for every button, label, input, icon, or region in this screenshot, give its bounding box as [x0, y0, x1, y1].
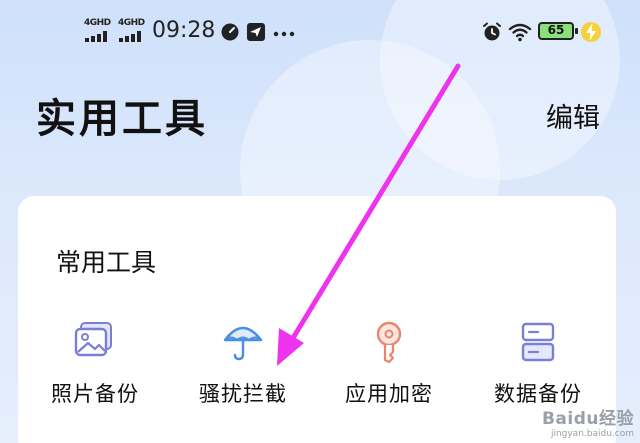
send-icon [247, 23, 265, 41]
more-icon [273, 31, 295, 37]
charging-icon [581, 22, 601, 42]
signal-label: 4GHD [84, 18, 111, 28]
umbrella-icon [223, 326, 263, 361]
watermark: Baidu经验 jingyan.baidu.com [542, 404, 634, 439]
tool-label: 照片备份 [51, 382, 139, 406]
speed-icon [221, 23, 239, 41]
watermark-main: Baidu经验 [541, 409, 634, 429]
page-title: 实用工具 [36, 96, 208, 142]
status-bar: 4GHD 4GHD 09:28 65 [0, 0, 640, 62]
tool-app-lock[interactable]: 应用加密 [324, 320, 454, 420]
signal-icon: 4GHD [84, 18, 114, 44]
status-time: 09:28 [152, 18, 216, 43]
common-tools-card: 常用工具 照片备份 骚扰拦截 应用加密 数据备份 [18, 196, 616, 443]
tool-label: 骚扰拦截 [199, 382, 287, 406]
watermark-sub: jingyan.baidu.com [550, 429, 634, 439]
tool-harassment-block[interactable]: 骚扰拦截 [178, 320, 308, 420]
signal-label: 4GHD [118, 18, 145, 28]
key-icon [376, 321, 402, 364]
tool-label: 应用加密 [345, 382, 433, 406]
alarm-icon [483, 22, 501, 41]
section-title: 常用工具 [56, 248, 157, 277]
wifi-icon [508, 23, 532, 42]
photo-backup-icon [74, 322, 112, 357]
edit-button[interactable]: 编辑 [546, 96, 600, 135]
tool-photo-backup[interactable]: 照片备份 [30, 320, 160, 420]
server-icon [521, 322, 555, 362]
battery-level: 65 [547, 23, 565, 37]
signal-icon: 4GHD [118, 18, 148, 44]
battery-icon: 65 [538, 22, 578, 40]
